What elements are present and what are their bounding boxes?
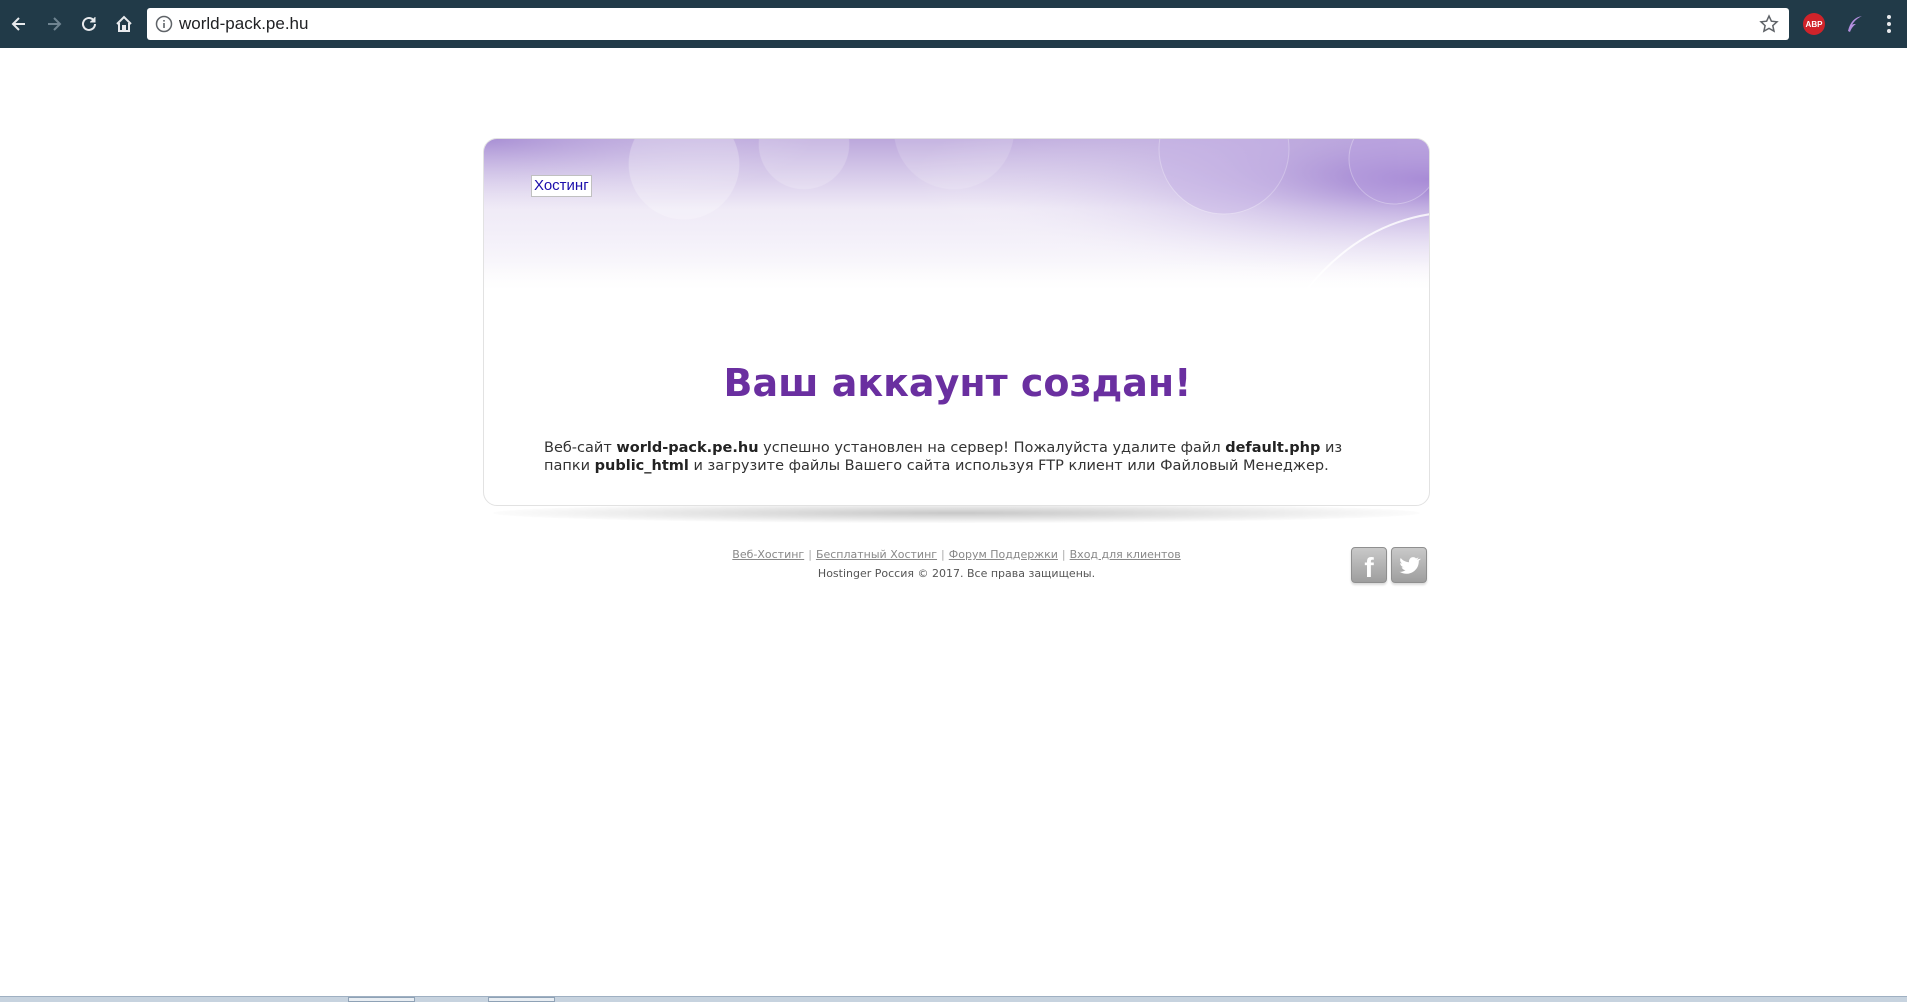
message-domain: world-pack.pe.hu	[616, 440, 759, 456]
hosting-logo[interactable]: Хостинг	[531, 175, 592, 197]
forward-icon	[48, 17, 62, 31]
facebook-button[interactable]: f	[1351, 547, 1387, 583]
footer-links: Веб-Хостинг | Бесплатный Хостинг | Форум Под…	[483, 548, 1430, 561]
message-folder: public_html	[594, 458, 689, 474]
facebook-icon: f	[1364, 552, 1374, 583]
footer-link-support-forum[interactable]: Форум Поддержки	[949, 548, 1058, 561]
back-button[interactable]	[5, 10, 33, 38]
taskbar-item[interactable]	[488, 997, 555, 1002]
footer-link-web-hosting[interactable]: Веб-Хостинг	[732, 548, 804, 561]
message-text-2: успешно установлен на сервер! Пожалуйста…	[758, 440, 1226, 456]
home-button[interactable]	[110, 10, 138, 38]
footer-separator: |	[808, 548, 812, 561]
reload-icon	[82, 16, 96, 31]
content-card: Хостинг Ваш аккаунт создан! Веб-сайт wor…	[483, 138, 1430, 506]
feather-icon[interactable]	[1843, 12, 1867, 36]
info-icon[interactable]	[155, 15, 173, 33]
adblock-label: ABP	[1805, 19, 1823, 29]
back-icon	[11, 17, 25, 31]
adblock-icon[interactable]: ABP	[1803, 13, 1825, 35]
footer-separator: |	[1061, 548, 1066, 561]
browser-toolbar: ABP	[0, 0, 1907, 48]
message-text-1: Веб-сайт	[544, 440, 617, 456]
header-banner	[484, 139, 1429, 339]
message-text-4: и загрузите файлы Вашего сайта используя…	[688, 458, 1329, 474]
taskbar-item[interactable]	[348, 997, 415, 1002]
footer-separator: |	[941, 548, 945, 561]
menu-icon[interactable]	[1882, 12, 1896, 36]
url-input[interactable]	[179, 12, 1739, 36]
footer-link-client-login[interactable]: Вход для клиентов	[1070, 548, 1181, 561]
status-message: Веб-сайт world-pack.pe.hu успешно устано…	[544, 439, 1374, 475]
forward-button[interactable]	[40, 10, 68, 38]
footer-link-free-hosting[interactable]: Бесплатный Хостинг	[816, 548, 937, 561]
taskbar	[0, 996, 1907, 1002]
twitter-button[interactable]	[1391, 547, 1427, 583]
message-file: default.php	[1225, 440, 1321, 456]
twitter-icon	[1399, 557, 1421, 574]
star-icon[interactable]	[1759, 14, 1779, 34]
reload-button[interactable]	[75, 10, 103, 38]
card-shadow	[493, 503, 1420, 523]
page-title: Ваш аккаунт создан!	[723, 361, 1192, 405]
home-icon	[116, 15, 132, 32]
address-bar[interactable]	[147, 8, 1789, 40]
copyright: Hostinger Россия © 2017. Все права защищ…	[817, 567, 1096, 580]
